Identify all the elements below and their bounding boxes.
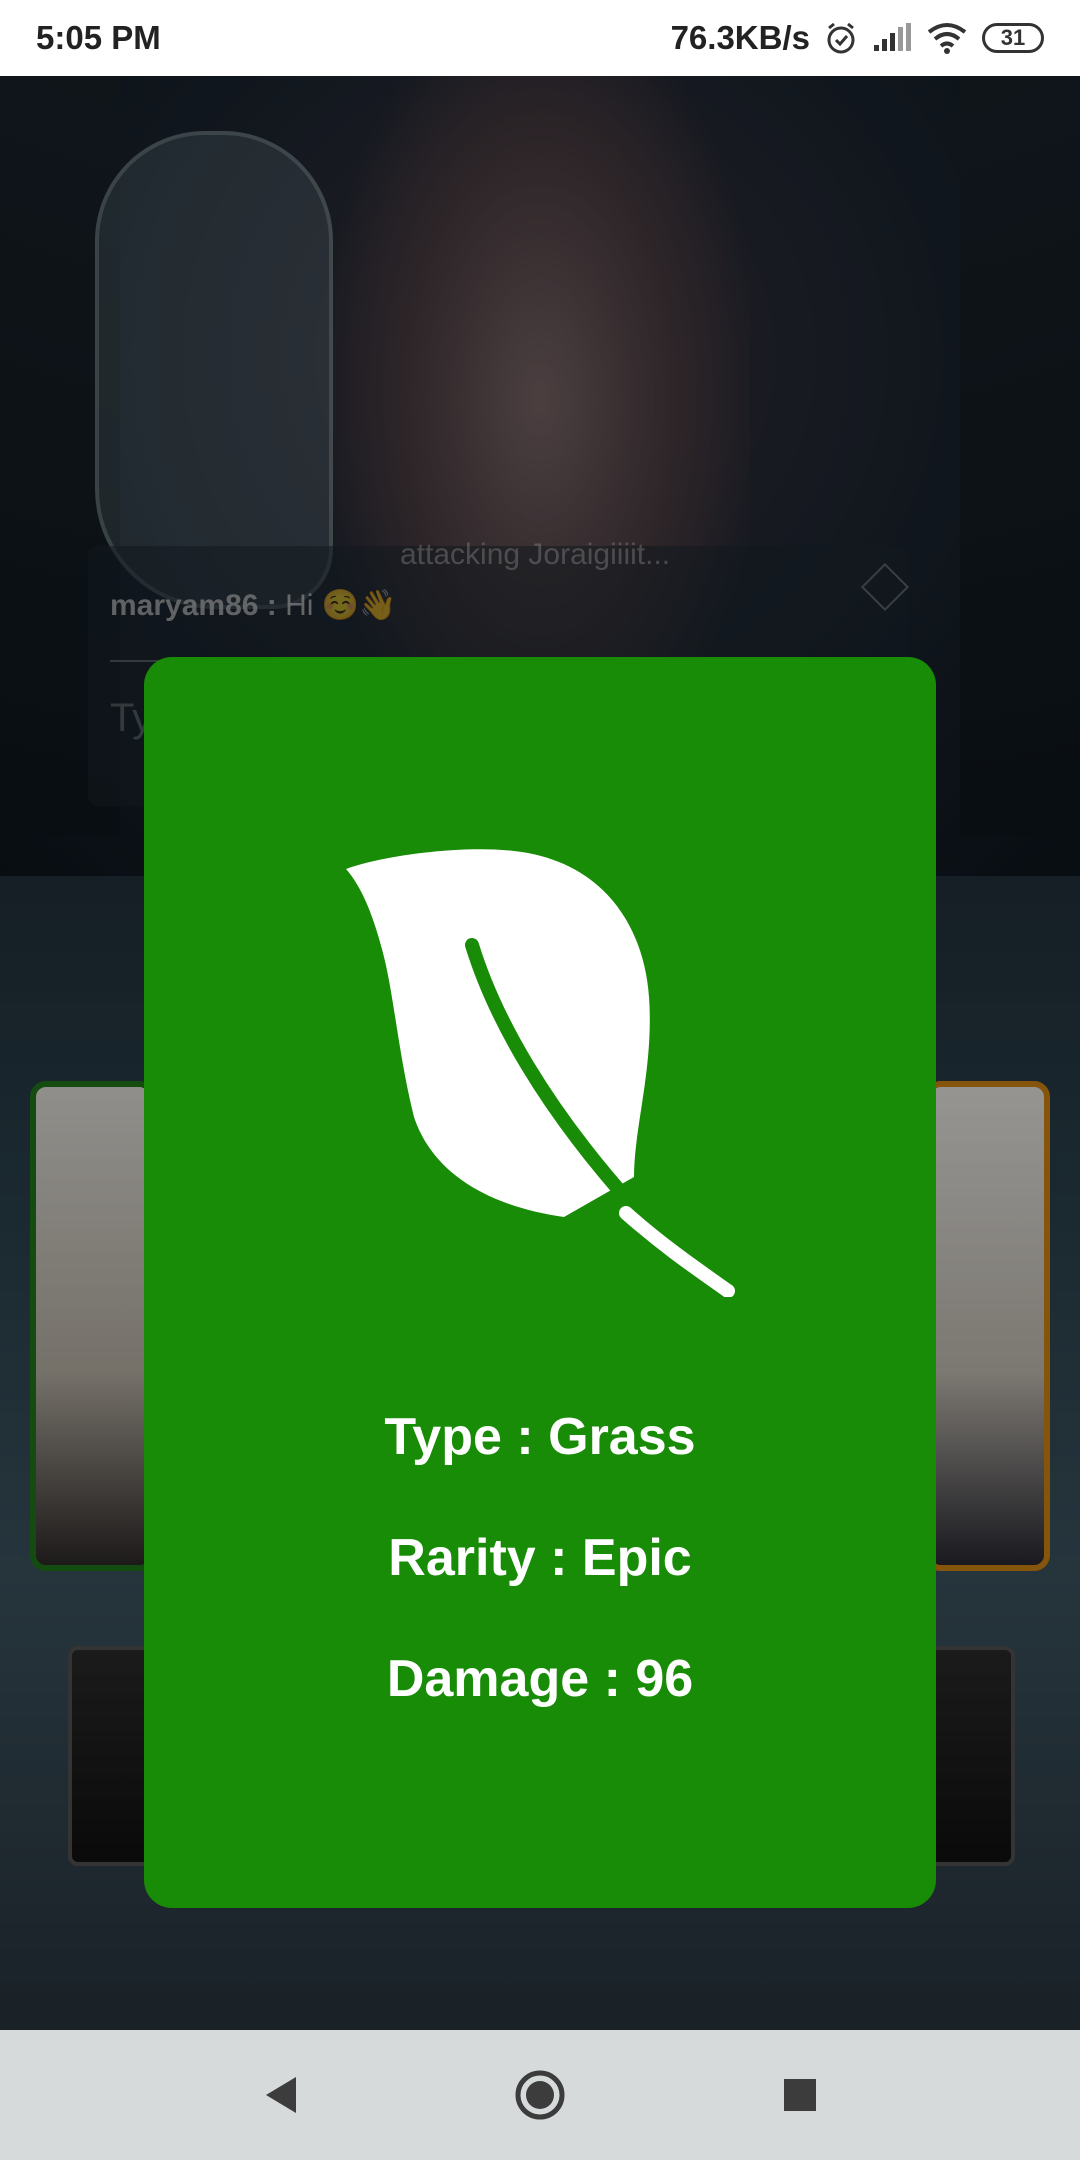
status-icons: 76.3KB/s 31 [671,19,1044,57]
home-icon[interactable] [505,2060,575,2130]
card-rarity: Rarity : Epic [388,1529,692,1587]
network-speed: 76.3KB/s [670,19,810,56]
battery-level: 31 [1000,25,1026,50]
wifi-icon [926,22,968,54]
card-detail-modal[interactable]: Type : Grass Rarity : Epic Damage : 96 [144,657,936,1908]
back-icon[interactable] [245,2060,315,2130]
signal-icon [872,23,912,53]
alarm-icon [824,21,858,55]
battery-icon: 31 [982,23,1044,53]
recents-icon[interactable] [765,2060,835,2130]
navigation-bar [0,2030,1080,2160]
leaf-icon [346,849,739,1297]
status-bar: 5:05 PM 76.3KB/s 31 [0,0,1080,76]
card-damage: Damage : 96 [386,1650,694,1708]
card-type: Type : Grass [384,1408,696,1466]
status-time: 5:05 PM [36,19,161,56]
